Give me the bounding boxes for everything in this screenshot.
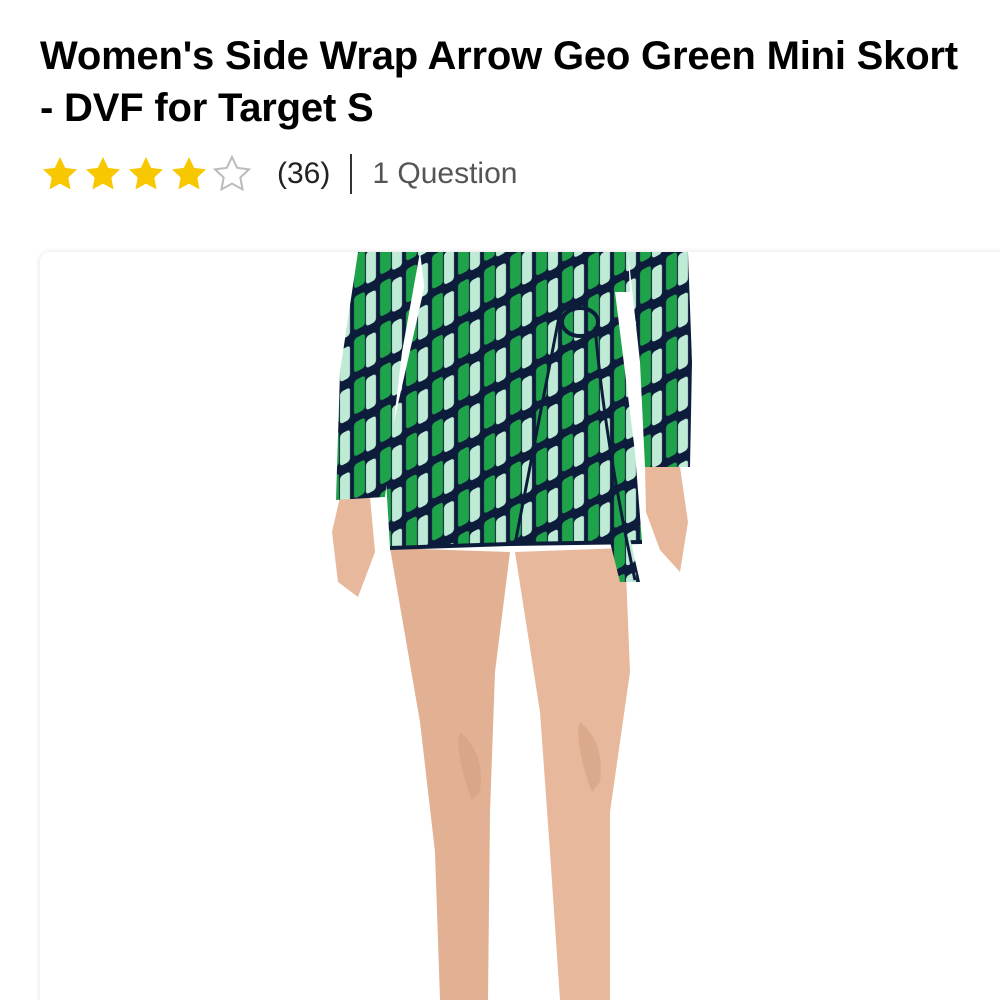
star-filled-icon	[86, 157, 120, 190]
product-title: Women's Side Wrap Arrow Geo Green Mini S…	[40, 34, 958, 130]
product-page: Women's Side Wrap Arrow Geo Green Mini S…	[0, 0, 1000, 1000]
star-rating[interactable]	[40, 154, 255, 194]
star-empty-icon	[212, 154, 252, 192]
rating-row: (36) 1 Question	[40, 152, 517, 196]
product-image	[332, 252, 692, 1000]
divider	[350, 154, 353, 194]
review-count-link[interactable]: (36)	[277, 157, 330, 191]
questions-link[interactable]: 1 Question	[372, 157, 517, 191]
star-filled-icon	[43, 157, 77, 190]
star-filled-icon	[172, 157, 206, 190]
star-filled-icon	[129, 157, 163, 190]
product-image-card[interactable]	[40, 252, 1000, 1000]
